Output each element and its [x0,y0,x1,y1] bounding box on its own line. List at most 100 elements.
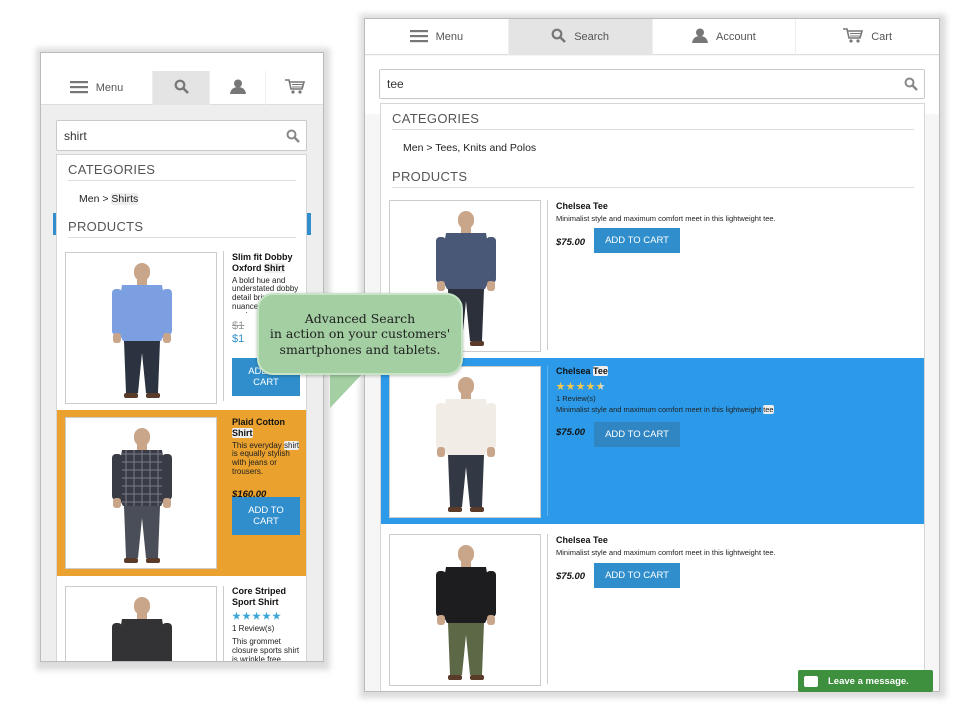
phone-search-box [56,120,307,151]
search-icon [286,129,300,143]
phone-product-2-highlighted[interactable]: Plaid Cotton Shirt This everyday shirt is… [57,410,306,576]
add-to-cart-button[interactable]: ADD TO CART [594,422,680,447]
tablet-products-heading: PRODUCTS [392,169,914,188]
star-icon [576,381,585,390]
product-image[interactable] [65,586,217,661]
phone-search-input[interactable] [64,128,280,143]
add-to-cart-button[interactable]: ADD TO CART [594,563,680,588]
phone-nav-account[interactable] [210,71,266,105]
tablet-search-box [379,69,925,99]
product-description: This everyday shirt is equally stylish w… [232,440,300,476]
review-count[interactable]: 1 Review(s) [232,624,302,634]
hamburger-icon [409,29,428,46]
callout-line-3: smartphones and tablets. [279,341,441,357]
tablet-product-3[interactable]: Chelsea Tee Minimalist style and maximum… [381,528,924,691]
star-icon [566,381,575,390]
callout-line-2: in action on your customers' [269,326,451,342]
tablet-nav-cart[interactable]: Cart [796,19,939,55]
product-info: Plaid Cotton Shirt This everyday shirt is… [232,417,302,500]
divider [223,586,224,661]
product-name[interactable]: Chelsea Tee [556,201,886,212]
product-description: This grommet closure sports shirt is wri… [232,637,300,662]
phone-results-dropdown: CATEGORIES Men > Shirts PRODUCTS Slim fi… [56,154,307,662]
category-match: Shirts [111,193,139,205]
tablet-nav-cart-label: Cart [871,31,893,43]
tablet-search-button[interactable] [898,70,924,98]
product-name[interactable]: Slim fit Dobby Oxford Shirt [232,252,302,274]
star-icon [262,611,271,620]
product-image[interactable] [65,252,217,404]
divider [547,366,548,516]
star-icon [232,611,241,620]
leave-message-label: Leave a message. [828,675,909,687]
product-description: Minimalist style and maximum comfort mee… [556,404,774,414]
phone-category-link[interactable]: Men > Shirts [79,193,139,205]
product-name[interactable]: Core Striped Sport Shirt [232,586,302,608]
add-to-cart-button[interactable]: ADD TO CART [594,228,680,253]
product-info: Core Striped Sport Shirt 1 Review(s) This… [232,586,302,662]
user-icon [692,28,708,46]
phone-nav-search[interactable] [153,71,210,105]
tablet-categories-heading: CATEGORIES [392,111,914,130]
tablet-nav: Menu Search Account Cart [365,19,939,55]
tablet-nav-menu[interactable]: Menu [365,19,509,55]
review-count[interactable]: 1 Review(s) [556,394,886,403]
leave-message-button[interactable]: Leave a message. [798,670,933,692]
phone-nav-cart[interactable] [266,71,323,105]
tablet-nav-search-label: Search [574,31,610,43]
tablet-results-dropdown: CATEGORIES Men > Tees, Knits and Polos P… [380,103,925,691]
star-icon [272,611,281,620]
product-image[interactable] [389,366,541,518]
rating-stars [556,381,886,391]
category-prefix: Men > [79,193,112,205]
envelope-icon [804,675,818,687]
phone-top-strip [41,53,323,71]
user-icon [229,79,246,97]
phone-search-button[interactable] [280,121,306,150]
product-description: Minimalist style and maximum comfort mee… [556,547,776,557]
cart-icon [843,28,864,46]
phone-products-heading: PRODUCTS [68,219,296,238]
product-description: Minimalist style and maximum comfort mee… [556,213,776,223]
divider [223,251,224,401]
product-image[interactable] [389,534,541,686]
search-icon [904,77,918,91]
product-photo [66,418,216,568]
tablet-category-link[interactable]: Men > Tees, Knits and Polos [403,142,536,154]
add-to-cart-button[interactable]: ADD TOCART [232,497,300,535]
tablet-search-input[interactable] [387,77,898,91]
product-photo [66,587,216,661]
divider [547,200,548,350]
search-icon [174,79,189,97]
phone-categories-heading: CATEGORIES [68,162,296,181]
hamburger-icon [69,80,88,97]
product-image[interactable] [65,417,217,569]
product-name[interactable]: Chelsea Tee [556,366,886,377]
cart-icon [284,79,305,97]
tablet-nav-search[interactable]: Search [508,19,653,55]
star-icon [596,381,605,390]
phone-nav-menu[interactable]: Menu [41,71,153,105]
tablet-nav-account-label: Account [716,31,756,43]
callout-bubble: Advanced Search in action on your custom… [257,293,463,375]
phone-nav: Menu [41,71,323,105]
product-photo [66,253,216,403]
star-icon [556,381,565,390]
star-icon [252,611,261,620]
tablet-nav-menu-label: Menu [435,31,464,43]
star-icon [586,381,595,390]
callout-tail [330,372,364,408]
product-photo [390,367,540,517]
search-icon [551,28,567,46]
callout-line-1: Advanced Search [304,310,416,326]
tablet-product-2-highlighted[interactable]: Chelsea Tee 1 Review(s) Minimalist style… [381,358,924,524]
phone-product-3[interactable]: Core Striped Sport Shirt 1 Review(s) This… [57,580,306,662]
product-name[interactable]: Plaid Cotton Shirt [232,417,302,439]
star-icon [242,611,251,620]
product-name[interactable]: Chelsea Tee [556,535,886,546]
rating-stars [232,611,302,621]
product-photo [390,535,540,685]
phone-nav-menu-label: Menu [95,82,124,94]
divider [547,534,548,684]
tablet-nav-account[interactable]: Account [653,19,797,55]
